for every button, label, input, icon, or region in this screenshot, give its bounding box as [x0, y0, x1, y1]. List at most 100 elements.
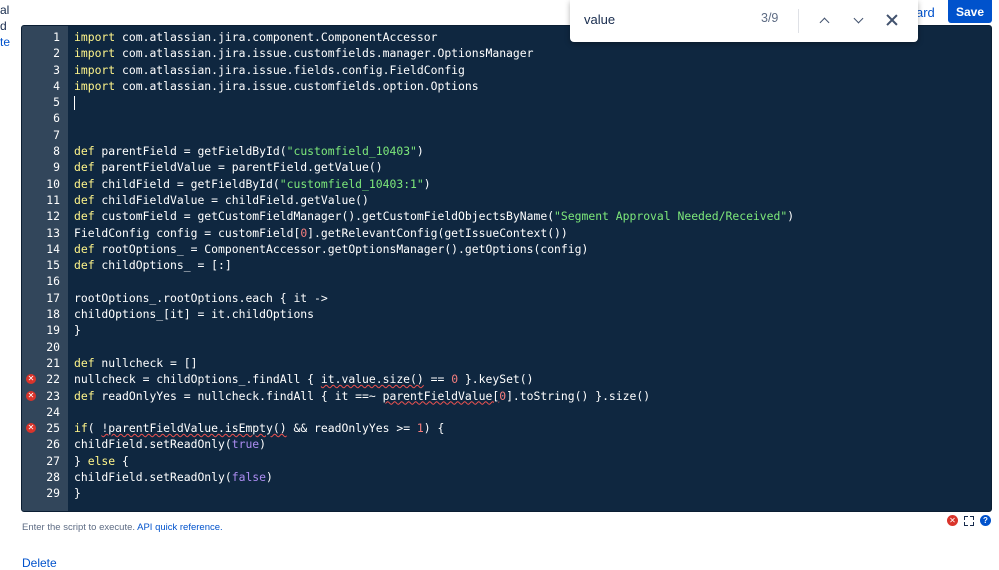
- editor-status-icons: ✕ ?: [947, 515, 991, 526]
- help-icon[interactable]: ?: [980, 515, 991, 526]
- code-line[interactable]: 17 rootOptions_.rootOptions.each { it ->: [22, 290, 991, 306]
- code-token: parentFieldValue = parentField.getValue(…: [94, 160, 383, 175]
- code-line[interactable]: 12 def customField = getCustomFieldManage…: [22, 208, 991, 224]
- previous-match-button[interactable]: [812, 8, 836, 32]
- fullscreen-icon[interactable]: [964, 515, 974, 526]
- code-token: ==: [423, 372, 452, 387]
- code-token: }: [74, 486, 81, 501]
- line-number: 17: [46, 290, 60, 305]
- line-number: 22: [46, 372, 60, 387]
- code-token: readOnlyYes = nullcheck.findAll { it ==~: [94, 388, 383, 403]
- code-line[interactable]: 14 def rootOptions_ = ComponentAccessor.g…: [22, 241, 991, 257]
- save-button[interactable]: Save: [948, 0, 992, 23]
- code-line[interactable]: ✕ 25 if( !parentFieldValue.isEmpty() && re…: [22, 420, 991, 436]
- code-line[interactable]: 18 childOptions_[it] = it.childOptions: [22, 306, 991, 322]
- code-text: nullcheck = childOptions_.findAll { it.v…: [74, 371, 534, 387]
- editor-help-text: Enter the script to execute. API quick r…: [22, 522, 223, 533]
- code-token: def: [74, 258, 95, 273]
- code-text: import com.atlassian.jira.issue.fields.c…: [74, 62, 465, 78]
- code-token: import: [74, 46, 116, 61]
- script-editor[interactable]: 1 import com.atlassian.jira.component.Com…: [21, 25, 992, 512]
- code-token: {: [115, 453, 129, 468]
- code-line[interactable]: 8 def parentField = getFieldById("customf…: [22, 143, 991, 159]
- code-text: childOptions_[it] = it.childOptions: [74, 306, 314, 322]
- line-number: 23: [46, 388, 60, 403]
- code-line[interactable]: 19}: [22, 322, 991, 338]
- code-line[interactable]: 16: [22, 273, 991, 289]
- code-text: def nullcheck = []: [74, 355, 197, 371]
- code-text: def readOnlyYes = nullcheck.findAll { it…: [74, 388, 650, 404]
- code-token: rootOptions_ = ComponentAccessor.getOpti…: [94, 241, 589, 256]
- code-token: && readOnlyYes >=: [286, 421, 417, 436]
- code-line[interactable]: 20: [22, 339, 991, 355]
- code-line[interactable]: ✕ 22 nullcheck = childOptions_.findAll { i…: [22, 371, 991, 387]
- line-number: 27: [46, 453, 60, 468]
- code-line[interactable]: 2 import com.atlassian.jira.issue.customf…: [22, 45, 991, 61]
- code-token: childOptions_[it] = it.childOptions: [74, 307, 315, 322]
- close-find-button[interactable]: [880, 8, 904, 32]
- code-token: ): [787, 209, 795, 224]
- code-token: "customfield_10403:1": [279, 176, 424, 191]
- line-number: 9: [53, 160, 60, 175]
- line-number: 1: [53, 30, 60, 44]
- error-icon[interactable]: ✕: [947, 515, 958, 526]
- line-number: 16: [46, 274, 60, 289]
- code-token: import: [74, 30, 116, 44]
- code-lines[interactable]: 1 import com.atlassian.jira.component.Com…: [22, 29, 991, 502]
- code-line[interactable]: 4 import com.atlassian.jira.issue.customf…: [22, 78, 991, 94]
- code-line[interactable]: 15 def childOptions_ = [:]: [22, 257, 991, 273]
- code-token: childFieldValue = childField.getValue(): [94, 192, 369, 207]
- line-number: 13: [46, 225, 60, 240]
- left-cut-link[interactable]: te: [0, 34, 10, 50]
- code-line[interactable]: 29}: [22, 485, 991, 501]
- code-text: def parentField = getFieldById("customfi…: [74, 143, 424, 159]
- line-number: 7: [53, 127, 60, 142]
- delete-link-cut[interactable]: Delete: [22, 556, 57, 570]
- code-token: childField.setReadOnly(: [74, 437, 232, 452]
- code-token: it.value.size(): [320, 372, 424, 387]
- code-token: def: [74, 388, 95, 403]
- code-line[interactable]: 10 def childField = getFieldById("customf…: [22, 176, 991, 192]
- code-line[interactable]: 13 FieldConfig config = customField[0].ge…: [22, 225, 991, 241]
- code-line[interactable]: 9 def parentFieldValue = parentField.getV…: [22, 159, 991, 175]
- api-reference-link[interactable]: API quick reference.: [137, 522, 223, 533]
- code-line[interactable]: 7: [22, 127, 991, 143]
- help-text: Enter the script to execute.: [22, 522, 138, 533]
- code-token: 1: [416, 421, 424, 436]
- code-line[interactable]: 24: [22, 404, 991, 420]
- code-line[interactable]: 6: [22, 110, 991, 126]
- line-number: 10: [46, 176, 60, 191]
- board-link[interactable]: ard: [916, 5, 935, 20]
- code-line[interactable]: 5: [22, 94, 991, 110]
- code-token: else: [87, 453, 116, 468]
- code-line[interactable]: ✕ 23 def readOnlyYes = nullcheck.findAll {…: [22, 388, 991, 404]
- code-text: def parentFieldValue = parentField.getVa…: [74, 159, 383, 175]
- code-line[interactable]: 3 import com.atlassian.jira.issue.fields.…: [22, 62, 991, 78]
- code-token: ].toString() }.size(): [506, 388, 651, 403]
- code-token: def: [74, 176, 95, 191]
- code-token: def: [74, 144, 95, 159]
- code-line[interactable]: 11 def childFieldValue = childField.getVa…: [22, 192, 991, 208]
- code-token: childField.setReadOnly(: [74, 470, 232, 485]
- text-caret: [74, 95, 75, 110]
- code-text: def customField = getCustomFieldManager(…: [74, 208, 794, 224]
- code-token: nullcheck = childOptions_.findAll {: [74, 372, 321, 387]
- code-line[interactable]: 26 childField.setReadOnly(true): [22, 436, 991, 452]
- line-number: 29: [46, 486, 60, 501]
- code-token: def: [74, 241, 95, 256]
- find-input[interactable]: [584, 8, 724, 30]
- code-token: def: [74, 355, 95, 370]
- code-line[interactable]: 21 def nullcheck = []: [22, 355, 991, 371]
- line-number: 2: [53, 46, 60, 61]
- code-token: import: [74, 78, 116, 93]
- code-token: import: [74, 62, 116, 77]
- code-text: import com.atlassian.jira.issue.customfi…: [74, 45, 533, 61]
- code-token: ) {: [423, 421, 445, 436]
- code-line[interactable]: 27} else {: [22, 453, 991, 469]
- code-line[interactable]: 28 childField.setReadOnly(false): [22, 469, 991, 485]
- next-match-button[interactable]: [846, 8, 870, 32]
- line-number: 25: [46, 421, 60, 436]
- code-token: !parentFieldValue.isEmpty(): [101, 421, 287, 436]
- code-token: (: [87, 421, 102, 436]
- left-panel-cut-text: al d te: [0, 2, 10, 50]
